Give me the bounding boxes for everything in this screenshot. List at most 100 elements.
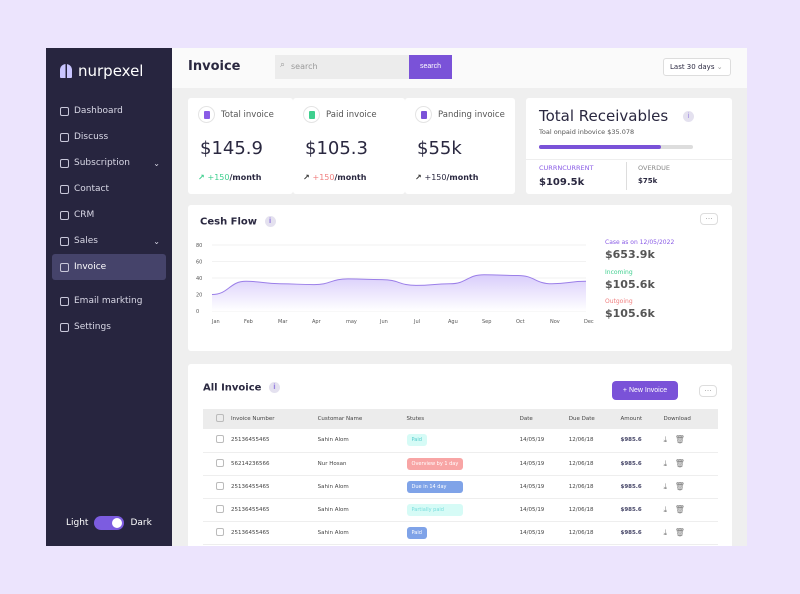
column-header[interactable]: Date [519,409,569,429]
amount: $985.6 [620,452,664,476]
invoice-number: 25136455465 [231,521,318,545]
x-tick-label: Dec [584,319,594,325]
sidebar-item-invoice[interactable]: Invoice [52,254,166,280]
column-header[interactable]: Customar Name [317,409,407,429]
range-value: Last 30 days [670,63,715,71]
download-icon[interactable]: ⤓ [664,505,668,514]
light-label: Light [66,518,89,528]
info-icon[interactable]: i [264,216,276,227]
sidebar-item-sales[interactable]: Sales ⌄ [52,228,166,254]
trash-icon[interactable]: 🗑︎ [675,505,685,514]
download-icon[interactable]: ⤓ [664,435,668,444]
sidebar-item-email-markting[interactable]: Email markting [52,288,166,314]
current-label: CURRNCURRENT [539,164,594,172]
more-icon[interactable]: ... [700,213,718,225]
table-row[interactable]: 25136455465 Sahin Alom Paid 14/05/19 12/… [203,521,718,545]
x-tick-label: Sep [482,319,491,325]
stat-value: $55k [417,138,462,159]
amount: $985.6 [620,429,664,453]
arrow-up-right-icon: ↗ [415,173,422,182]
row-checkbox[interactable] [216,527,224,536]
trash-icon[interactable]: 🗑︎ [675,482,685,491]
row-checkbox[interactable] [216,481,224,490]
chevron-down-icon: ⌄ [153,158,160,168]
download-icon[interactable]: ⤓ [664,482,668,491]
row-checkbox[interactable] [216,504,224,513]
contact-icon [60,184,69,194]
table-row[interactable]: 25136455465 Sahin Alom Due in 14 day 14/… [203,475,718,499]
theme-toggle[interactable]: Light Dark [66,516,152,530]
stat-label: Total invoice [221,109,274,120]
sidebar-nav: Dashboard Discuss Subscription ⌄ Contact CRM S… [46,98,172,340]
invoice-date: 14/05/19 [519,475,569,499]
download-icon[interactable]: ⤓ [664,459,668,468]
download-icon[interactable]: ⤓ [664,528,668,537]
header: Invoice search search Last 30 days ⌄ [172,48,747,88]
stat-label: Panding invoice [438,109,505,120]
x-tick-label: Apr [312,319,322,325]
stat-trend: ↗ +150/month [303,173,367,182]
sidebar-item-settings[interactable]: Settings [52,314,166,340]
receivables-subtitle: Toal onpaid inbovice $35.078 [539,128,635,136]
customer-name: Sahin Alom [317,498,407,522]
column-header[interactable]: Stutes [406,409,520,429]
date-range-select[interactable]: Last 30 days ⌄ [663,58,731,76]
page-title: Invoice [188,59,241,74]
dark-label: Dark [130,518,152,528]
theme-switch[interactable] [94,516,125,530]
select-all-checkbox[interactable] [216,414,224,422]
status-badge: Paid [406,526,427,539]
cashflow-title: Cesh Flow i [200,216,276,228]
y-tick-label: 20 [196,293,202,299]
stat-value: $145.9 [200,138,263,159]
column-header[interactable]: Invoice Number [231,409,318,429]
sidebar-item-discuss[interactable]: Discuss [52,124,166,150]
info-icon[interactable]: i [683,111,695,122]
sidebar-item-label: CRM [74,210,95,220]
x-tick-label: Feb [244,319,253,325]
sidebar-item-dashboard[interactable]: Dashboard [52,98,166,124]
search-button[interactable]: search [409,55,452,79]
overdue-label: OVERDUE [638,164,670,172]
outgoing-label: Outgoing [605,298,633,305]
receivables-progress [539,145,693,149]
cashflow-card: Cesh Flow i ... 0 20 40 60 80 Jan Feb Mar Apr may… [188,205,732,351]
due-date: 12/06/18 [568,521,621,545]
table-row[interactable]: 56214236566 Nur Hosan Overview by 1 day … [203,452,718,476]
info-icon[interactable]: i [268,382,280,393]
sidebar-item-label: Sales [74,236,98,246]
case-label: Case as on 12/05/2022 [605,239,675,246]
logo: nurpexel [46,48,172,80]
sidebar-item-crm[interactable]: CRM [52,202,166,228]
row-checkbox[interactable] [216,458,224,467]
invoice-icon [415,106,432,123]
x-tick-label: Jul [413,319,420,325]
customer-name: Sahin Alom [317,521,407,545]
x-tick-label: Jun [379,319,388,325]
column-header[interactable]: Amount [620,409,664,429]
more-icon[interactable]: ... [699,385,717,397]
arrow-up-right-icon: ↗ [303,173,310,182]
row-checkbox[interactable] [216,435,224,444]
amount: $985.6 [620,521,664,545]
incoming-value: $105.6k [605,278,655,291]
table-row[interactable]: 25136455465 Sahin Alom Partially paid 14… [203,498,718,522]
sidebar-item-subscription[interactable]: Subscription ⌄ [52,150,166,176]
x-tick-label: Agu [448,319,458,325]
trash-icon[interactable]: 🗑︎ [675,459,685,468]
new-invoice-button[interactable]: + New Invoice [612,381,678,400]
table-row[interactable]: 25136455465 Sahin Alom Paid 14/05/19 12/… [203,429,718,453]
incoming-label: Incoming [605,269,633,276]
arrow-up-right-icon: ↗ [198,173,205,182]
column-header[interactable]: Due Date [568,409,621,429]
search-input[interactable]: search [275,55,409,79]
sidebar-item-contact[interactable]: Contact [52,176,166,202]
gear-icon [60,322,69,332]
box-icon [60,158,69,168]
trash-icon[interactable]: 🗑︎ [675,528,685,537]
invoice-date: 14/05/19 [519,452,569,476]
column-header[interactable]: Download [663,409,718,429]
brand-name: nurpexel [78,62,144,80]
invoice-number: 25136455465 [231,429,318,453]
trash-icon[interactable]: 🗑︎ [675,435,685,444]
